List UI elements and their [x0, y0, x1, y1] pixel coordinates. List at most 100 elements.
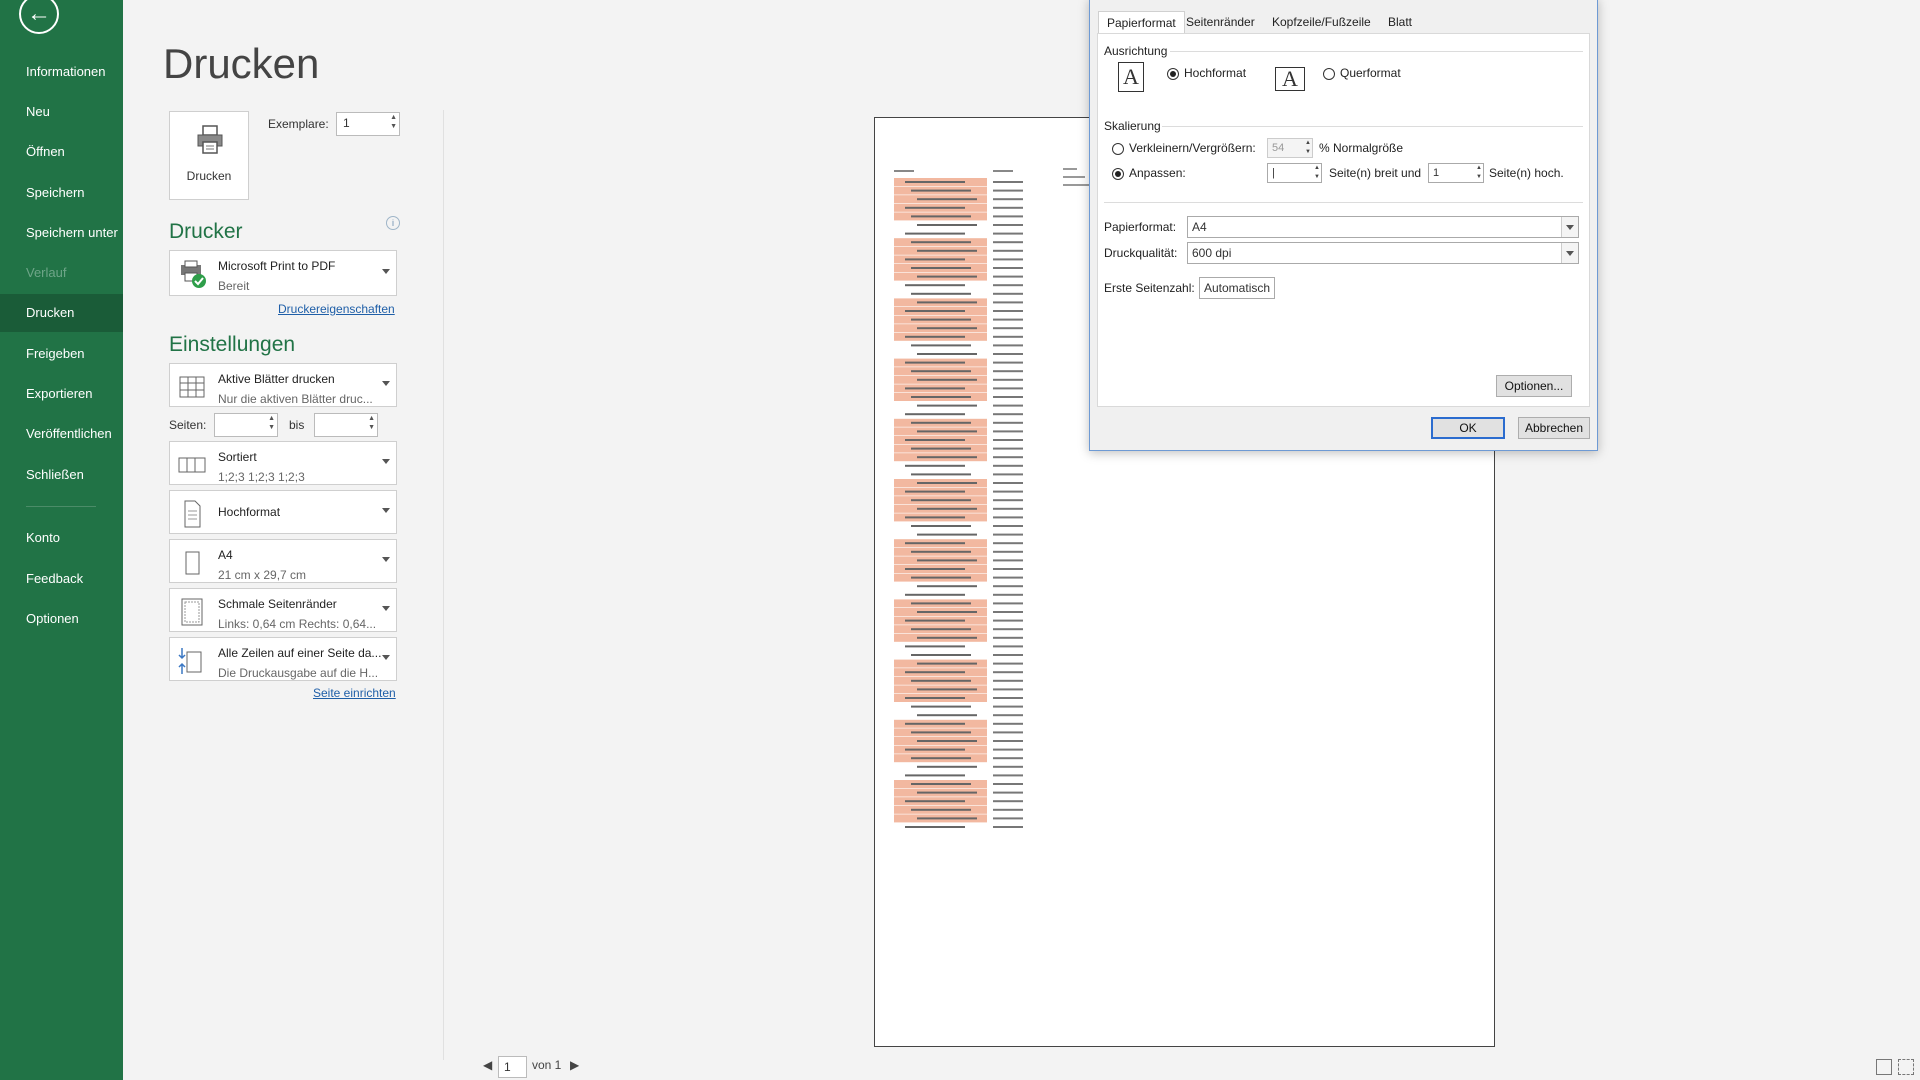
preview-row-value	[993, 353, 1023, 355]
stepper-arrows-icon[interactable]: ▲ ▼	[268, 414, 275, 432]
scaling-dropdown[interactable]: Alle Zeilen auf einer Seite da... Die Dr…	[169, 637, 397, 681]
next-page-icon[interactable]: ▶	[570, 1058, 579, 1072]
preview-row-text	[917, 198, 977, 201]
back-arrow-icon[interactable]: ←	[19, 0, 59, 34]
stepper-arrows-icon[interactable]: ▲ ▼	[1305, 139, 1311, 157]
print-what-description: Nur die aktiven Blätter druc...	[218, 392, 373, 406]
margins-icon	[181, 598, 203, 626]
landscape-label[interactable]: Querformat	[1340, 66, 1401, 80]
preview-row-value	[993, 456, 1023, 459]
pages-wide-stepper[interactable]: | ▲ ▼	[1267, 163, 1322, 183]
preview-row-value	[993, 645, 1023, 648]
sidebar-item-neu[interactable]: Neu	[0, 93, 123, 131]
preview-row-text	[911, 679, 971, 682]
pages-from-stepper[interactable]: ▲ ▼	[214, 413, 278, 437]
paper-size-combo[interactable]: A4	[1187, 216, 1579, 238]
sidebar-item-exportieren[interactable]: Exportieren	[0, 375, 123, 413]
stepper-arrows-icon[interactable]: ▲ ▼	[1314, 164, 1320, 182]
page-number-input[interactable]: 1	[498, 1056, 527, 1078]
tab-kopfzeile-fusszeile[interactable]: Kopfzeile/Fußzeile	[1264, 11, 1379, 33]
adjust-to-radio[interactable]	[1112, 143, 1124, 155]
options-button[interactable]: Optionen...	[1496, 375, 1572, 397]
sidebar-item-drucken[interactable]: Drucken	[0, 294, 123, 332]
preview-row-text	[917, 507, 977, 510]
pages-to-stepper[interactable]: ▲ ▼	[314, 413, 378, 437]
ok-button[interactable]: OK	[1431, 417, 1505, 439]
preview-row-text	[905, 284, 965, 287]
print-button[interactable]: Drucken	[169, 111, 249, 200]
preview-row-value	[993, 748, 1023, 751]
page-setup-link[interactable]: Seite einrichten	[313, 686, 396, 700]
collate-dropdown[interactable]: Sortiert 1;2;3 1;2;3 1;2;3	[169, 441, 397, 485]
tab-blatt[interactable]: Blatt	[1380, 11, 1420, 33]
sidebar-item-schliessen[interactable]: Schließen	[0, 456, 123, 494]
adjust-percent-stepper[interactable]: 54 ▲ ▼	[1267, 138, 1313, 158]
preview-row-value	[993, 378, 1023, 381]
sidebar-item-speichern-unter[interactable]: Speichern unter	[0, 214, 123, 252]
sidebar-item-konto[interactable]: Konto	[0, 519, 123, 557]
sidebar-item-speichern[interactable]: Speichern	[0, 174, 123, 212]
print-quality-combo[interactable]: 600 dpi	[1187, 242, 1579, 264]
preview-row-value	[993, 275, 1023, 278]
preview-row-text	[905, 464, 965, 467]
landscape-radio[interactable]	[1323, 68, 1335, 80]
preview-row-text	[911, 705, 971, 708]
printer-dropdown[interactable]: Microsoft Print to PDF Bereit	[169, 250, 397, 296]
stepper-arrows-icon[interactable]: ▲ ▼	[368, 414, 375, 432]
preview-row-text	[905, 516, 965, 519]
fit-to-label[interactable]: Anpassen:	[1129, 166, 1186, 180]
preview-row-text	[905, 722, 965, 725]
stepper-arrows-icon[interactable]: ▲ ▼	[390, 113, 397, 131]
group-divider	[1162, 126, 1583, 127]
stepper-arrows-icon[interactable]: ▲ ▼	[1476, 164, 1482, 182]
margins-dropdown[interactable]: Schmale Seitenränder Links: 0,64 cm Rech…	[169, 588, 397, 632]
preview-row-value	[993, 628, 1023, 631]
sidebar-item-feedback[interactable]: Feedback	[0, 560, 123, 598]
preview-row-text	[911, 602, 971, 605]
preview-row-value	[993, 593, 1023, 596]
preview-row-text	[917, 224, 977, 226]
preview-row-value	[993, 361, 1023, 364]
pages-tall-stepper[interactable]: 1 ▲ ▼	[1428, 163, 1484, 183]
sheets-icon	[179, 376, 205, 398]
preview-row-text	[917, 791, 977, 794]
portrait-radio[interactable]	[1167, 68, 1179, 80]
cancel-button[interactable]: Abbrechen	[1518, 417, 1590, 439]
preview-row-text	[911, 525, 971, 527]
preview-row-value	[993, 654, 1023, 656]
portrait-label[interactable]: Hochformat	[1184, 66, 1246, 80]
zoom-to-page-icon[interactable]	[1898, 1059, 1914, 1075]
sidebar-item-freigeben[interactable]: Freigeben	[0, 335, 123, 373]
margins-description: Links: 0,64 cm Rechts: 0,64...	[218, 617, 377, 631]
first-page-input[interactable]: Automatisch	[1199, 277, 1275, 299]
tab-seitenraender[interactable]: Seitenränder	[1178, 11, 1263, 33]
info-icon[interactable]: i	[386, 216, 400, 230]
preview-row-value	[993, 705, 1023, 708]
chevron-down-icon[interactable]	[1561, 217, 1578, 237]
prev-page-icon[interactable]: ◀	[483, 1058, 492, 1072]
sidebar-item-oeffnen[interactable]: Öffnen	[0, 133, 123, 171]
pages-tall-label: Seite(n) hoch.	[1489, 166, 1564, 180]
preview-row-value	[993, 284, 1023, 287]
preview-row-text	[905, 593, 965, 596]
sidebar-item-informationen[interactable]: Informationen	[0, 53, 123, 91]
tab-papierformat[interactable]: Papierformat	[1098, 11, 1185, 34]
preview-row-value	[993, 542, 1023, 545]
show-margins-icon[interactable]	[1876, 1059, 1892, 1075]
orientation-dropdown[interactable]: Hochformat	[169, 490, 397, 534]
preview-row-value	[993, 731, 1023, 734]
preview-row-text	[917, 327, 977, 330]
sidebar-item-optionen[interactable]: Optionen	[0, 600, 123, 638]
adjust-to-label[interactable]: Verkleinern/Vergrößern:	[1129, 141, 1256, 155]
sidebar-item-veroeffentlichen[interactable]: Veröffentlichen	[0, 415, 123, 453]
copies-stepper[interactable]: 1 ▲ ▼	[336, 112, 400, 136]
chevron-down-icon	[382, 557, 390, 562]
preview-row-text	[917, 378, 977, 381]
printer-properties-link[interactable]: Druckereigenschaften	[278, 302, 395, 316]
preview-row-text	[917, 817, 977, 820]
paper-size-dropdown[interactable]: A4 21 cm x 29,7 cm	[169, 539, 397, 583]
print-what-dropdown[interactable]: Aktive Blätter drucken Nur die aktiven B…	[169, 363, 397, 407]
preview-row-text	[905, 568, 965, 570]
fit-to-radio[interactable]	[1112, 168, 1124, 180]
chevron-down-icon[interactable]	[1561, 243, 1578, 263]
